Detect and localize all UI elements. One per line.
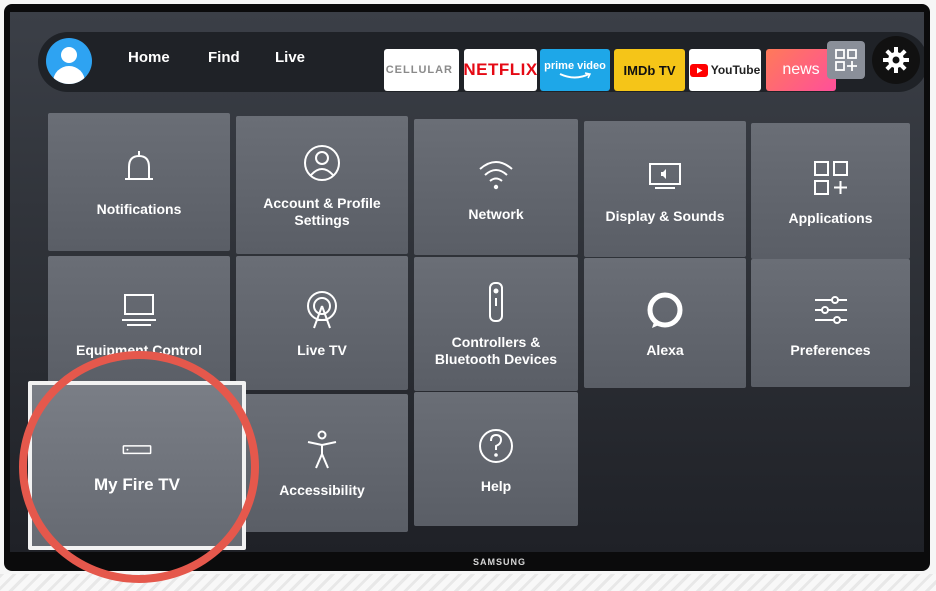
tile-help[interactable]: Help [414,392,578,526]
nav-find[interactable]: Find [208,49,240,66]
alexa-icon [647,292,683,328]
tile-label: Live TV [297,341,347,358]
remote-icon [489,282,503,323]
tile-account-profile-settings[interactable]: Account & Profile Settings [236,116,408,254]
tile-equipment-control[interactable]: Equipment Control [48,256,230,390]
floor-background [0,574,936,591]
help-icon [479,428,513,463]
profile-icon [304,145,340,182]
tile-label: Account & Profile Settings [263,195,381,228]
tile-applications[interactable]: Applications [751,123,910,259]
tv-brand-logo: SAMSUNG [473,557,527,567]
app-imdb-tv[interactable]: IMDb TV [614,49,685,91]
fire-tv-stick-icon [122,445,152,455]
tile-label: Help [480,477,512,494]
antenna-icon [307,290,337,328]
tile-label: Notifications [96,200,182,217]
apps-grid-icon[interactable] [827,41,865,79]
tile-accessibility[interactable]: Accessibility [236,394,408,532]
tile-label: Alexa [646,341,684,358]
tile-label: Controllers & Bluetooth Devices [434,334,558,367]
tile-notifications[interactable]: Notifications [48,113,230,251]
bell-icon [125,150,153,180]
top-nav-bar: Home Find Live CELLULAR NETFLIX prime vi… [38,32,924,92]
app-news[interactable]: news [766,49,836,91]
tile-label: My Fire TV [94,475,180,495]
tile-label: Network [468,205,524,222]
tile-alexa[interactable]: Alexa [584,258,746,388]
tile-label: Applications [788,209,873,226]
tile-label: Equipment Control [76,341,202,358]
app-cellular[interactable]: CELLULAR [384,49,459,91]
profile-avatar-icon[interactable] [46,38,92,84]
tile-network[interactable]: Network [414,119,578,255]
tile-controllers-bluetooth[interactable]: Controllers & Bluetooth Devices [414,257,578,391]
prime-smile-icon [559,71,592,78]
tile-label: Preferences [790,341,871,358]
tile-label: Display & Sounds [605,207,725,224]
monitor-icon [122,293,156,326]
applications-icon [813,160,848,195]
sliders-icon [814,295,847,324]
app-netflix[interactable]: NETFLIX [463,49,537,91]
nav-live[interactable]: Live [275,49,305,66]
tile-my-fire-tv[interactable]: My Fire TV [28,381,246,550]
tile-live-tv[interactable]: Live TV [236,256,408,390]
tv-screen: Home Find Live CELLULAR NETFLIX prime vi… [10,12,924,552]
youtube-play-icon [689,63,708,77]
tile-display-sounds[interactable]: Display & Sounds [584,121,746,257]
app-prime-video[interactable]: prime video [540,49,610,91]
display-icon [649,162,681,189]
gear-icon[interactable] [872,36,920,84]
app-youtube[interactable]: YouTube [689,49,761,91]
tile-preferences[interactable]: Preferences [751,259,910,387]
tile-label: Accessibility [279,481,365,498]
wifi-icon [479,160,513,189]
accessibility-icon [307,430,337,468]
nav-home[interactable]: Home [128,49,170,66]
